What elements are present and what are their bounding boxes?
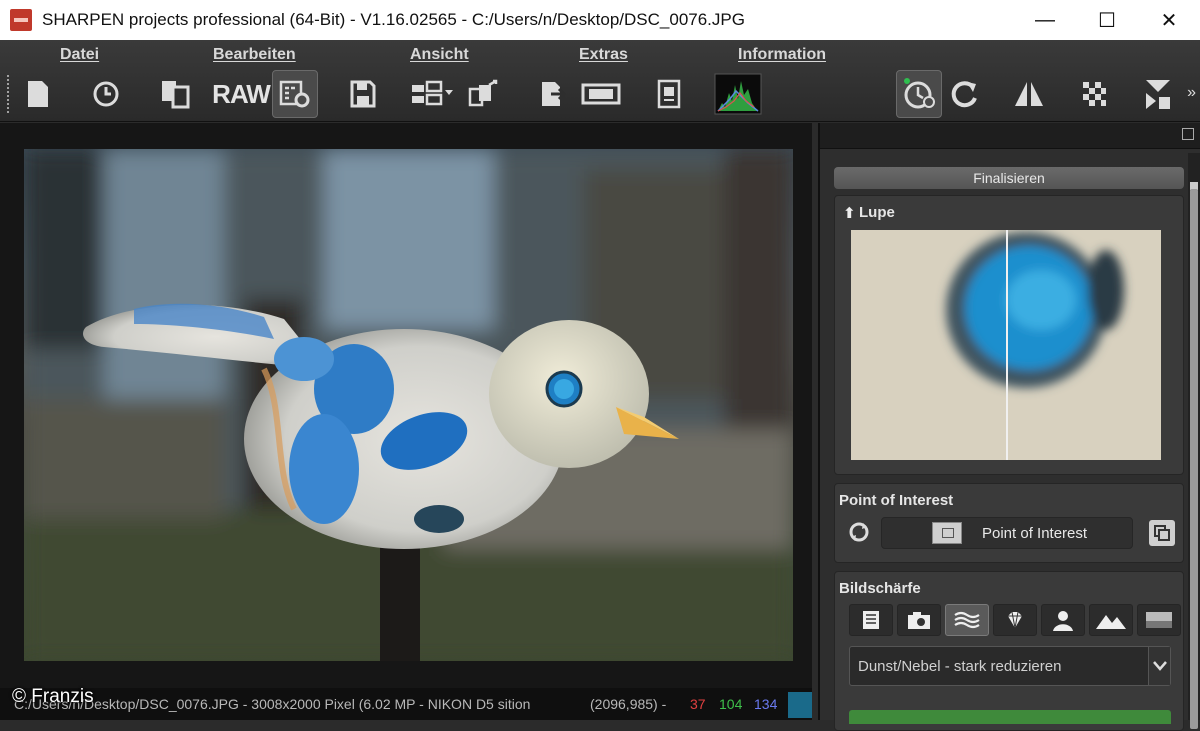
settings-icon[interactable] [272, 70, 318, 118]
sharpness-section: Bildschärfe Dunst/Nebel - stark reduzier… [834, 571, 1184, 731]
lupe-split-divider[interactable] [1006, 230, 1008, 460]
dock-icon[interactable] [1182, 128, 1194, 140]
toolbar-grip[interactable] [6, 74, 10, 114]
bird-photo-image [24, 149, 793, 661]
text-icon[interactable] [849, 604, 893, 636]
pattern-icon[interactable] [1071, 70, 1117, 118]
poi-button-label: Point of Interest [982, 524, 1088, 542]
save-icon[interactable] [340, 70, 386, 118]
poi-thumbnail-icon [932, 522, 962, 544]
finalize-button[interactable]: Finalisieren [834, 167, 1184, 189]
diamond-icon[interactable] [993, 604, 1037, 636]
main-photo[interactable] [24, 149, 793, 661]
scroll-thumb[interactable] [1190, 189, 1198, 729]
menu-bar: Datei Bearbeiten Ansicht Extras Informat… [0, 40, 840, 70]
raw-icon[interactable]: RAW [212, 70, 271, 118]
right-panel: Finalisieren ⬆ Lupe Point of Interest Po… [818, 123, 1200, 731]
watermark: © Franzis [12, 686, 94, 707]
dropdown-value: Dunst/Nebel - stark reduzieren [858, 657, 1062, 675]
mirror-icon[interactable] [1006, 70, 1052, 118]
lupe-preview[interactable] [851, 230, 1161, 460]
poi-title: Point of Interest [839, 492, 954, 509]
raw-label: RAW [212, 78, 271, 109]
status-blue-value: 134 [754, 696, 778, 712]
status-coordinates: (2096,985) - [590, 696, 667, 712]
redo-icon[interactable] [942, 70, 988, 118]
status-bar: C:/Users/n/Desktop/DSC_0076.JPG - 3008x2… [0, 688, 812, 720]
document-icon[interactable] [646, 70, 692, 118]
toolbar-area: Datei Bearbeiten Ansicht Extras Informat… [0, 40, 1200, 122]
menu-bearbeiten[interactable]: Bearbeiten [213, 46, 296, 64]
import-icon[interactable] [530, 70, 576, 118]
export-icon[interactable] [460, 70, 506, 118]
status-color-swatch [788, 692, 812, 718]
new-file-icon[interactable] [15, 70, 61, 118]
image-workspace[interactable] [0, 123, 812, 688]
title-bar: SHARPEN projects professional (64-Bit) -… [0, 0, 1200, 40]
timer-icon[interactable] [896, 70, 942, 118]
app-logo-icon [10, 9, 32, 31]
menu-datei[interactable]: Datei [60, 46, 99, 64]
panel-scrollbar[interactable] [1188, 153, 1200, 729]
toolbar-overflow-icon[interactable]: » [1187, 84, 1196, 102]
menu-extras[interactable]: Extras [579, 46, 628, 64]
camera-icon[interactable] [897, 604, 941, 636]
history-icon[interactable] [83, 70, 129, 118]
panorama-icon[interactable] [1137, 604, 1181, 636]
status-red-value: 37 [690, 696, 706, 712]
menu-ansicht[interactable]: Ansicht [410, 46, 469, 64]
portrait-icon[interactable] [1041, 604, 1085, 636]
preset-row [849, 604, 1181, 636]
sharpness-preset-select[interactable]: Dunst/Nebel - stark reduzieren [849, 646, 1171, 686]
minimize-button[interactable]: — [1014, 0, 1076, 40]
haze-icon[interactable] [945, 604, 989, 636]
menu-information[interactable]: Information [738, 46, 826, 64]
landscape-icon[interactable] [1089, 604, 1133, 636]
lupe-section: ⬆ Lupe [834, 195, 1184, 475]
window-controls: — ☐ ✕ [1014, 0, 1200, 40]
lupe-title: Lupe [859, 204, 895, 221]
reset-poi-icon[interactable] [847, 520, 871, 544]
chevron-down-icon[interactable] [1148, 647, 1170, 685]
poi-options-icon[interactable] [1149, 520, 1175, 546]
sharpness-slider[interactable] [849, 710, 1171, 724]
point-of-interest-button[interactable]: Point of Interest [881, 517, 1133, 549]
collapse-arrow-icon[interactable]: ⬆ [843, 204, 856, 222]
cursor-icon[interactable] [1134, 70, 1180, 118]
batch-icon[interactable] [407, 70, 457, 118]
close-button[interactable]: ✕ [1138, 0, 1200, 40]
window-title: SHARPEN projects professional (64-Bit) -… [42, 10, 745, 29]
poi-section: Point of Interest Point of Interest [834, 483, 1184, 563]
histogram-icon[interactable] [712, 70, 764, 118]
sharpness-title: Bildschärfe [839, 580, 921, 597]
copy-icon[interactable] [152, 70, 198, 118]
status-green-value: 104 [719, 696, 743, 712]
panel-header [820, 123, 1200, 149]
maximize-button[interactable]: ☐ [1076, 0, 1138, 40]
filmstrip-icon[interactable] [576, 70, 626, 118]
